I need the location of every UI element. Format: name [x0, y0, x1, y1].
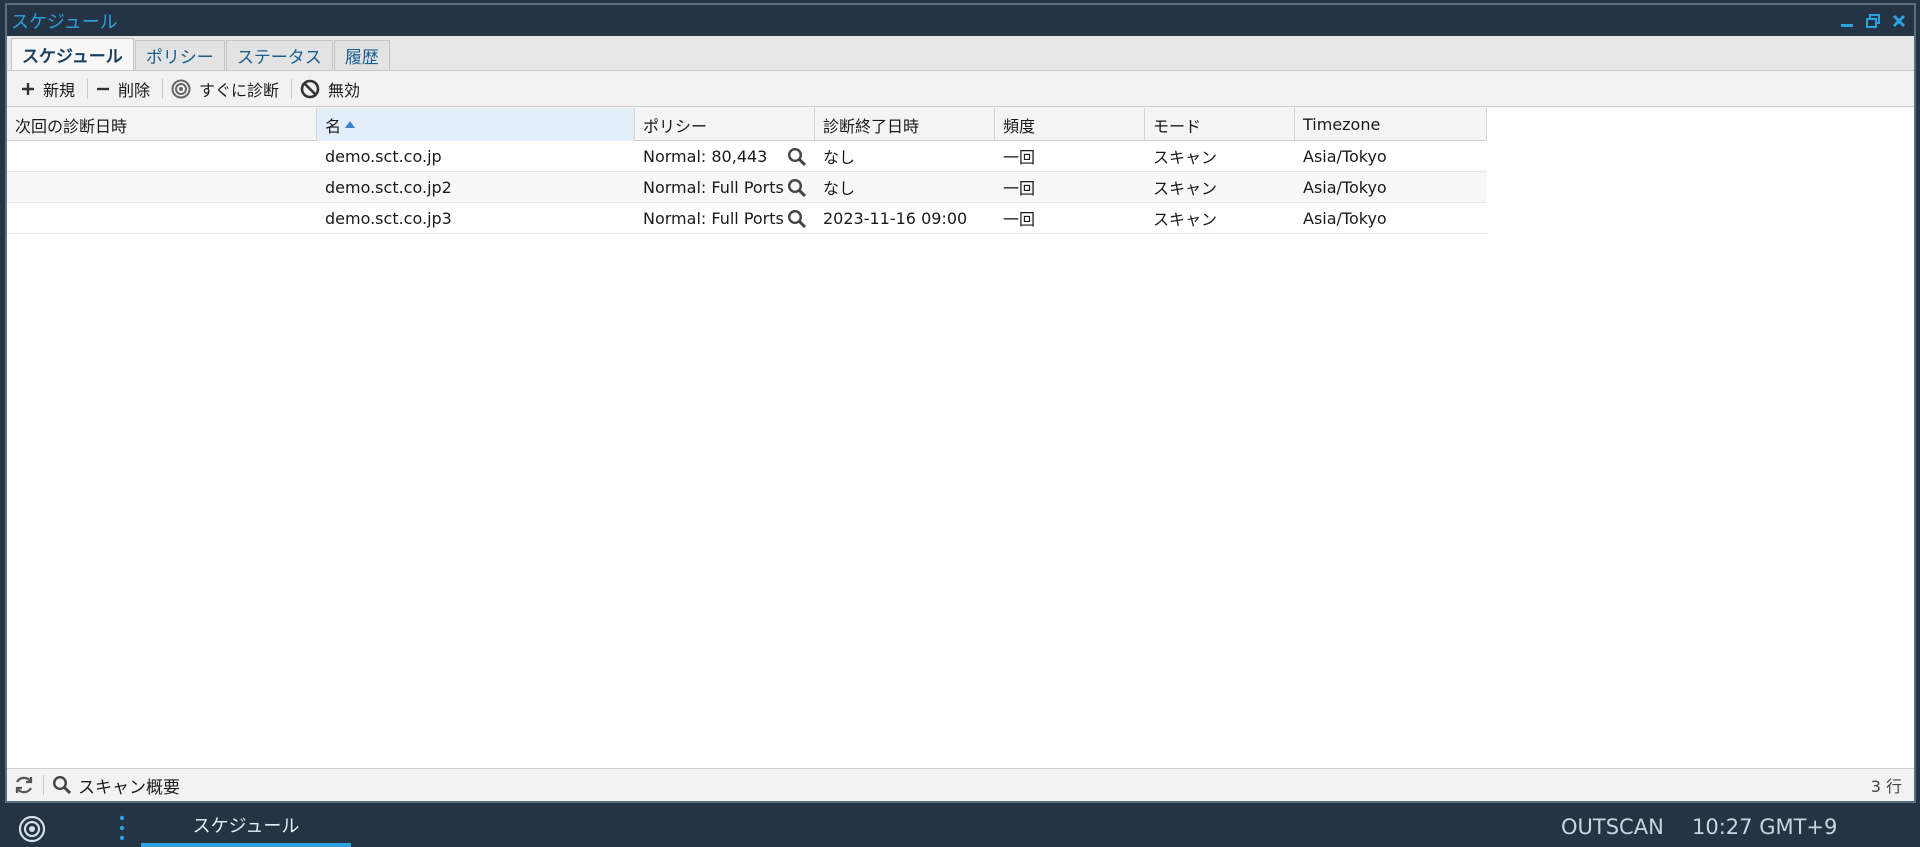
restore-icon[interactable] — [1864, 12, 1882, 30]
row-count: 3 行 — [1870, 777, 1902, 796]
toolbar-separator — [291, 78, 293, 99]
new-button-label: 新規 — [43, 80, 76, 100]
magnifier-icon[interactable] — [787, 178, 807, 198]
schedule-window: スケジュール スケジュール ポリシー ステータス 履歴 新規 削除 すぐに診断 … — [5, 3, 1916, 803]
cell-name: demo.sct.co.jp3 — [325, 208, 452, 228]
cell-frequency: 一回 — [1003, 210, 1036, 229]
disable-button-label: 無効 — [328, 80, 361, 100]
column-header-label: 次回の診断日時 — [15, 116, 128, 136]
column-header-timezone[interactable]: Timezone — [1295, 108, 1487, 141]
scan-now-button[interactable]: すぐに診断 — [165, 75, 289, 103]
table-header: 次回の診断日時 名 ポリシー 診断終了日時 頻度 モード Timezone — [7, 108, 1487, 141]
refresh-button[interactable] — [13, 774, 35, 796]
clock: 10:27 GMT+9 — [1692, 815, 1838, 839]
toolbar-separator — [162, 78, 164, 99]
delete-button-label: 削除 — [118, 80, 151, 100]
window-titlebar[interactable]: スケジュール — [7, 5, 1914, 36]
cell-end-date: 2023-11-16 09:00 — [823, 208, 968, 228]
disable-button[interactable]: 無効 — [294, 75, 370, 103]
cell-mode: スキャン — [1153, 148, 1218, 167]
schedule-table: 次回の診断日時 名 ポリシー 診断終了日時 頻度 モード Timezone de… — [7, 108, 1914, 768]
column-header-label: 頻度 — [1003, 116, 1036, 136]
cell-timezone: Asia/Tokyo — [1303, 208, 1387, 228]
taskbar: スケジュール OUTSCAN 10:27 GMT+9 — [0, 807, 1920, 847]
cell-timezone: Asia/Tokyo — [1303, 146, 1387, 166]
target-logo-icon[interactable] — [18, 815, 46, 847]
statusbar-separator — [43, 775, 44, 795]
cell-end-date: なし — [823, 148, 856, 167]
toolbar: 新規 削除 すぐに診断 無効 — [7, 71, 1914, 107]
cell-mode: スキャン — [1153, 210, 1218, 229]
column-header-next-scan[interactable]: 次回の診断日時 — [7, 108, 317, 141]
cell-policy: Normal: 80,443 — [635, 141, 815, 171]
new-button[interactable]: 新規 — [15, 75, 85, 103]
cell-policy: Normal: Full Ports — [635, 172, 815, 202]
column-header-frequency[interactable]: 頻度 — [995, 108, 1145, 141]
cell-frequency: 一回 — [1003, 148, 1036, 167]
delete-button[interactable]: 削除 — [90, 75, 160, 103]
cell-end-date: なし — [823, 179, 856, 198]
column-header-end-date[interactable]: 診断終了日時 — [815, 108, 995, 141]
table-row[interactable]: demo.sct.co.jp Normal: 80,443 なし 一回 スキャン… — [7, 141, 1487, 172]
column-header-label: モード — [1153, 116, 1202, 136]
magnifier-icon[interactable] — [787, 209, 807, 229]
column-header-policy[interactable]: ポリシー — [635, 108, 815, 141]
magnifier-icon — [52, 775, 72, 795]
column-header-label: 名 — [325, 116, 342, 136]
taskbar-item-schedule[interactable]: スケジュール — [141, 807, 351, 847]
cell-mode: スキャン — [1153, 179, 1218, 198]
scan-summary-label: スキャン概要 — [78, 777, 180, 798]
status-bar: スキャン概要 3 行 — [7, 768, 1914, 801]
window-controls — [1838, 12, 1908, 30]
toolbar-separator — [87, 78, 89, 99]
plus-icon — [22, 82, 34, 95]
column-header-label: Timezone — [1303, 115, 1381, 134]
tab-bar: スケジュール ポリシー ステータス 履歴 — [7, 36, 1914, 71]
tab-schedule[interactable]: スケジュール — [11, 38, 134, 70]
table-row[interactable]: demo.sct.co.jp2 Normal: Full Ports なし 一回… — [7, 172, 1487, 203]
column-header-name[interactable]: 名 — [317, 108, 635, 141]
sort-ascending-icon — [345, 121, 356, 128]
cell-name: demo.sct.co.jp — [325, 146, 442, 166]
column-header-label: 診断終了日時 — [823, 116, 920, 136]
minus-icon — [97, 87, 110, 90]
vertical-dots-icon[interactable] — [118, 815, 126, 845]
cell-policy-text: Normal: 80,443 — [643, 146, 768, 166]
tab-history[interactable]: 履歴 — [333, 40, 390, 70]
cell-timezone: Asia/Tokyo — [1303, 177, 1387, 197]
cell-next-scan — [7, 141, 317, 171]
window-title: スケジュール — [11, 11, 118, 33]
cell-next-scan — [7, 203, 317, 233]
cell-name: demo.sct.co.jp2 — [325, 177, 452, 197]
close-icon[interactable] — [1890, 12, 1908, 30]
cell-frequency: 一回 — [1003, 179, 1036, 198]
brand-label: OUTSCAN — [1561, 815, 1664, 839]
prohibited-icon — [300, 79, 320, 98]
column-header-mode[interactable]: モード — [1145, 108, 1295, 141]
cell-next-scan — [7, 172, 317, 202]
tab-status[interactable]: ステータス — [225, 40, 333, 70]
minimize-icon[interactable] — [1838, 12, 1856, 30]
target-icon — [171, 79, 191, 98]
refresh-icon — [15, 776, 33, 794]
scan-now-button-label: すぐに診断 — [199, 80, 280, 100]
magnifier-icon[interactable] — [787, 147, 807, 167]
cell-policy: Normal: Full Ports — [635, 203, 815, 233]
cell-policy-text: Normal: Full Ports — [643, 208, 784, 228]
table-row[interactable]: demo.sct.co.jp3 Normal: Full Ports 2023-… — [7, 203, 1487, 234]
column-header-label: ポリシー — [643, 116, 708, 136]
cell-policy-text: Normal: Full Ports — [643, 177, 784, 197]
scan-summary-button[interactable]: スキャン概要 — [52, 773, 180, 798]
tab-policy[interactable]: ポリシー — [134, 40, 225, 70]
